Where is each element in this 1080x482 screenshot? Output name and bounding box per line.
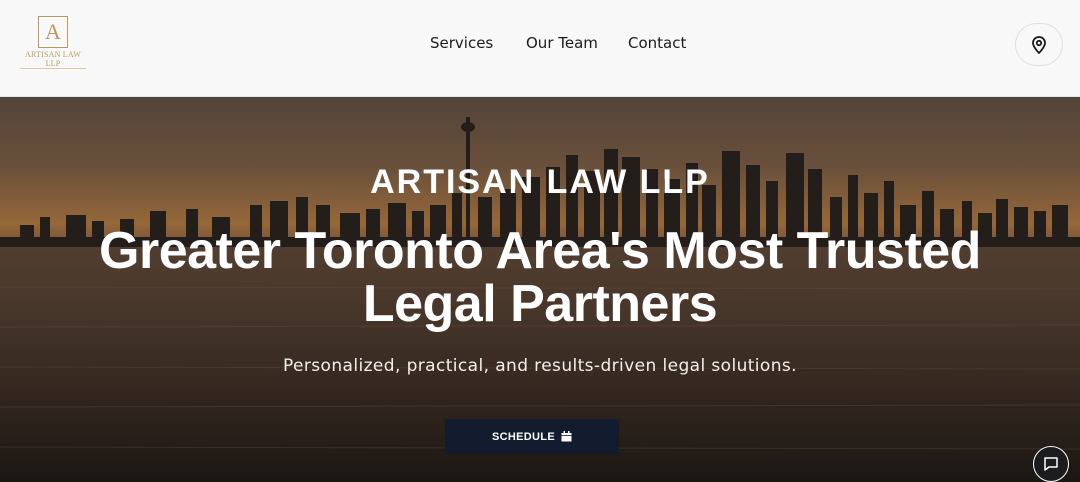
schedule-button-label: SCHEDULE [492, 430, 555, 443]
chat-bubble-icon [1044, 457, 1058, 471]
logo-underline [20, 68, 86, 70]
logo-name-line2: LLP [45, 59, 61, 68]
hero-eyebrow: ARTISAN LAW LLP [370, 163, 710, 201]
main-nav: Services Our Team Contact [0, 34, 1080, 56]
hero-subhead: Personalized, practical, and results-dri… [283, 356, 797, 376]
schedule-button[interactable]: SCHEDULE [445, 419, 619, 454]
calendar-icon [561, 431, 572, 442]
nav-services[interactable]: Services [430, 34, 493, 52]
site-header: A ARTISAN LAW LLP Services Our Team Cont… [0, 0, 1080, 97]
nav-our-team[interactable]: Our Team [526, 34, 598, 52]
chat-widget-button[interactable] [1033, 446, 1069, 482]
hero-headline-line1: Greater Toronto Area's Most Trusted [99, 222, 981, 280]
hero-headline: Greater Toronto Area's Most Trusted Lega… [60, 225, 1020, 331]
hero-headline-line2: Legal Partners [362, 275, 718, 333]
nav-contact[interactable]: Contact [628, 34, 686, 52]
map-pin-icon [1032, 35, 1046, 54]
location-button[interactable] [1015, 23, 1063, 66]
